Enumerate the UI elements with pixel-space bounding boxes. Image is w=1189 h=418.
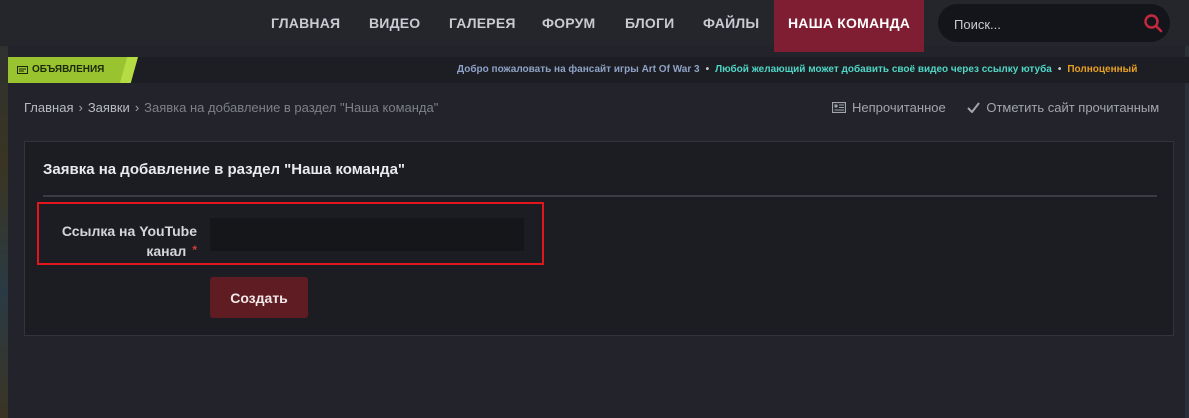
- breadcrumb-actions: Непрочитанное Отметить сайт прочитанным: [831, 100, 1159, 115]
- unread-label: Непрочитанное: [852, 100, 946, 115]
- nav-item-forum[interactable]: ФОРУМ: [542, 0, 595, 46]
- ticker-separator: •: [1057, 64, 1062, 75]
- announcement-bar: ОБЪЯВЛЕНИЯ Добро пожаловать на фансайт и…: [8, 57, 1189, 83]
- announcement-ticker: Добро пожаловать на фансайт игры Art Of …: [457, 57, 1137, 83]
- search-input[interactable]: [952, 4, 1136, 44]
- checkmark-icon: [967, 102, 981, 114]
- nav-item-files[interactable]: ФАЙЛЫ: [703, 0, 759, 46]
- youtube-channel-label: Ссылка на YouTube канал *: [55, 222, 197, 261]
- mark-site-read-label: Отметить сайт прочитанным: [986, 100, 1160, 115]
- unread-link[interactable]: Непрочитанное: [831, 100, 946, 115]
- newspaper-icon: [831, 101, 847, 114]
- breadcrumb-separator: ›: [78, 100, 83, 115]
- form-title-divider: [43, 195, 1157, 197]
- search-icon[interactable]: [1143, 13, 1163, 33]
- announcement-label: ОБЪЯВЛЕНИЯ: [32, 64, 105, 75]
- ticker-item[interactable]: Полноценный: [1067, 64, 1137, 75]
- mark-site-read-link[interactable]: Отметить сайт прочитанным: [967, 100, 1159, 115]
- nav-item-blogs[interactable]: БЛОГИ: [625, 0, 674, 46]
- newspaper-icon: [17, 66, 28, 74]
- nav-item-home[interactable]: ГЛАВНАЯ: [271, 0, 340, 46]
- breadcrumb-home[interactable]: Главная: [24, 100, 73, 115]
- create-button[interactable]: Создать: [210, 277, 308, 318]
- nav-item-video[interactable]: ВИДЕО: [369, 0, 420, 46]
- breadcrumb-requests[interactable]: Заявки: [88, 100, 130, 115]
- nav-item-gallery[interactable]: ГАЛЕРЕЯ: [449, 0, 516, 46]
- top-navigation: ГЛАВНАЯ ВИДЕО ГАЛЕРЕЯ ФОРУМ БЛОГИ ФАЙЛЫ …: [0, 0, 1189, 52]
- breadcrumb: Главная › Заявки › Заявка на добавление в ра…: [24, 100, 438, 115]
- ticker-item[interactable]: Любой желающий может добавить своё видео…: [715, 64, 1052, 75]
- required-marker: *: [192, 243, 197, 257]
- youtube-channel-label-text: Ссылка на YouTube канал: [61, 223, 197, 259]
- breadcrumb-current: Заявка на добавление в раздел "Наша кома…: [144, 100, 439, 115]
- breadcrumb-separator: ›: [134, 100, 140, 115]
- form-title: Заявка на добавление в раздел "Наша кома…: [43, 161, 406, 178]
- background-left-edge: [0, 0, 8, 418]
- youtube-channel-input[interactable]: [210, 218, 524, 251]
- search-box: [938, 4, 1170, 44]
- request-form-panel: Заявка на добавление в раздел "Наша кома…: [24, 141, 1174, 336]
- ticker-separator: •: [705, 64, 710, 75]
- nav-item-our-team[interactable]: НАША КОМАНДА: [774, 0, 925, 52]
- ticker-item[interactable]: Добро пожаловать на фансайт игры Art Of …: [457, 64, 700, 75]
